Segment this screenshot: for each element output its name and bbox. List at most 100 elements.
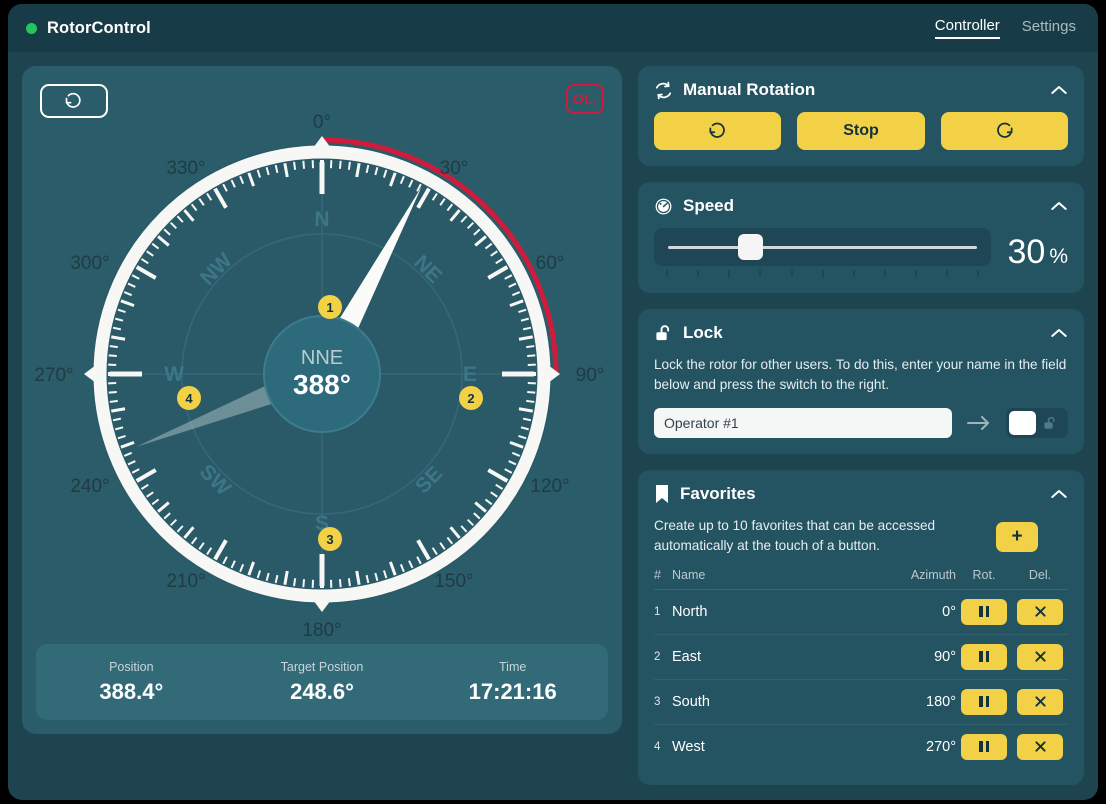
favorites-table-header-row: # Name Azimuth Rot. Del. [654,567,1068,590]
cardinal-W: W [164,363,184,386]
lock-collapse-button[interactable] [1050,327,1068,339]
favorite-rotate-button[interactable] [961,643,1007,670]
unlock-icon [1042,415,1057,431]
readout-position-value: 388.4° [99,678,164,704]
speed-slider-thumb[interactable] [738,234,763,260]
nav-item-settings[interactable]: Settings [1022,18,1076,38]
main-content: OL. N NE E SE S SW W NW 0° 30° 60° 90° 1… [8,52,1098,800]
compass-marker-1[interactable]: 1 [318,295,342,319]
speed-control-row: 30% [654,228,1068,277]
favorite-rotate-button[interactable] [961,598,1007,625]
lock-title: Lock [683,323,723,342]
table-row[interactable]: 4 West 270° [654,724,1068,769]
favorite-rotate-cell [956,634,1012,680]
compass-marker-4[interactable]: 4 [177,386,201,410]
manual-rotation-collapse-button[interactable] [1050,84,1068,96]
main-nav: Controller Settings [934,17,1076,39]
favorites-header: Favorites [654,484,1068,504]
readout-target-label: Target Position [280,659,364,674]
favorites-title: Favorites [680,484,756,504]
readout-position: Position 388.4° [36,660,227,705]
close-icon [1034,606,1046,617]
pause-icon [979,651,989,663]
nav-item-controller[interactable]: Controller [934,17,1000,39]
favorite-num: 1 [654,589,672,635]
chevron-up-icon [1051,202,1067,210]
favorite-rotate-button[interactable] [961,688,1007,715]
favorite-num: 3 [654,679,672,725]
rotate-ccw-icon [65,92,81,108]
compass-card: OL. N NE E SE S SW W NW 0° 30° 60° 90° 1… [22,66,622,734]
degree-label-30: 30° [440,158,469,179]
table-row[interactable]: 1 North 0° [654,589,1068,635]
speed-header: Speed [654,196,1068,216]
panel-speed: Speed 30 % [638,182,1084,293]
favorites-col-del: Del. [1012,567,1068,590]
gauge-icon [655,198,672,214]
lock-toggle-knob [1009,411,1036,436]
favorite-azimuth: 270° [926,738,956,755]
favorite-name: South [672,679,802,725]
favorite-name: East [672,634,802,680]
degree-label-210: 210° [166,571,205,592]
degree-label-300: 300° [70,253,109,274]
favorite-azimuth: 0° [801,589,956,635]
status-dot-online-icon [26,22,37,34]
favorite-rotate-button[interactable] [961,733,1007,760]
favorite-delete-cell [1012,589,1068,635]
rotate-cw-button[interactable] [940,112,1068,150]
speed-slider[interactable] [654,228,992,266]
lock-description: Lock the rotor for other users. To do th… [654,357,1067,392]
degree-label-60: 60° [536,253,565,274]
lock-toggle-switch[interactable] [1006,408,1068,439]
unlock-icon [656,325,670,341]
rotate-cw-icon [997,122,1013,138]
manual-rotation-title: Manual Rotation [683,80,816,99]
pause-icon [979,696,989,708]
lock-name-input[interactable] [654,408,952,439]
close-icon [1034,651,1046,662]
table-row[interactable]: 2 East 90° [654,634,1068,680]
add-favorite-button[interactable]: + [996,522,1038,553]
degree-label-270: 270° [34,365,73,386]
lock-control-row [654,408,1068,439]
favorite-azimuth: 90° [801,634,956,680]
close-icon [1034,741,1046,752]
ring-arrow-w [84,365,96,383]
readout-target-value: 248.6° [290,678,354,704]
speed-title: Speed [683,196,735,215]
favorites-table: # Name Azimuth Rot. Del. 1 North 0° 2 Ea… [654,567,1068,769]
speed-collapse-button[interactable] [1050,200,1068,212]
favorite-name: West [672,738,705,755]
readout-position-label: Position [109,659,154,674]
favorite-delete-cell [1012,679,1068,725]
favorite-delete-button[interactable] [1017,598,1063,625]
readout-target-position: Target Position 248.6° [227,660,418,705]
lock-header: Lock [654,323,1068,343]
chevron-up-icon [1051,329,1067,337]
favorite-delete-button[interactable] [1017,643,1063,670]
compass-marker-3[interactable]: 3 [318,527,342,551]
rotate-ccw-button[interactable] [654,112,782,150]
degree-label-0: 0° [313,112,331,133]
degree-label-180: 180° [302,620,341,641]
degree-label-90: 90° [576,365,605,386]
manual-rotation-buttons: Stop [654,112,1068,150]
control-column: Manual Rotation Stop Speed 30 % Lock Loc… [638,66,1084,786]
rotate-ccw-icon [709,122,725,138]
speed-slider-ticks [654,270,991,277]
table-row[interactable]: 3 South 180° [654,679,1068,725]
readout-time: Time 17:21:16 [417,660,608,705]
compass-marker-2[interactable]: 2 [459,386,483,410]
panel-favorites: Favorites Create up to 10 favorites that… [638,470,1084,785]
pause-icon [979,741,989,753]
favorite-delete-button[interactable] [1017,688,1063,715]
panel-lock: Lock Lock the rotor for other users. To … [638,309,1084,455]
degree-label-240: 240° [70,476,109,497]
status-readout: Position 388.4° Target Position 248.6° T… [36,644,608,720]
compass-dial[interactable]: N NE E SE S SW W NW 0° 30° 60° 90° 120° … [22,112,622,657]
favorite-num: 2 [654,634,672,680]
favorites-collapse-button[interactable] [1050,488,1068,500]
stop-button[interactable]: Stop [797,112,925,150]
favorite-delete-button[interactable] [1017,733,1063,760]
